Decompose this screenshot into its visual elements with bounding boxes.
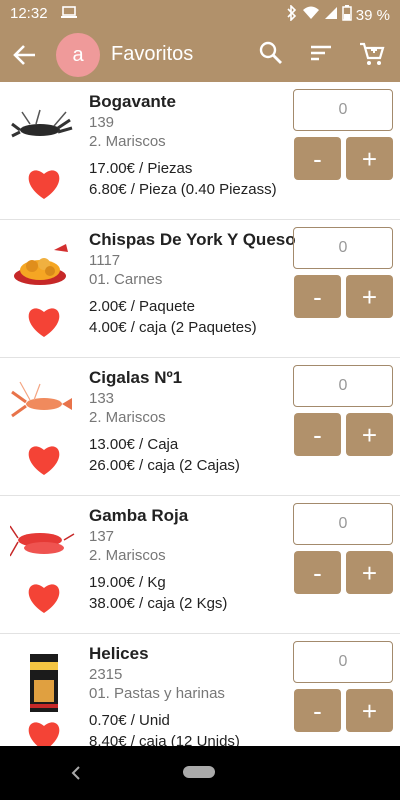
sort-icon[interactable] [308, 40, 336, 68]
product-category: 2. Mariscos [89, 547, 166, 564]
list-item[interactable]: Chispas De York Y Queso 1117 01. Carnes … [0, 220, 400, 358]
heart-icon[interactable] [26, 582, 62, 614]
product-price: 17.00€ / Piezas [89, 160, 193, 177]
signal-icon [324, 6, 338, 24]
favorites-list: Bogavante 139 2. Mariscos 17.00€ / Pieza… [0, 82, 400, 746]
product-price: 19.00€ / Kg [89, 574, 166, 591]
product-code: 133 [89, 390, 115, 407]
heart-icon[interactable] [26, 720, 62, 746]
product-price: 2.00€ / Paquete [89, 298, 195, 315]
nav-back-icon[interactable] [68, 764, 84, 782]
product-name: Bogavante [89, 92, 176, 111]
list-item[interactable]: Bogavante 139 2. Mariscos 17.00€ / Pieza… [0, 82, 400, 220]
product-info: Cigalas Nº1 133 2. Mariscos 13.00€ / Caj… [89, 368, 289, 474]
status-time: 12:32 [10, 5, 48, 22]
product-code: 1117 [89, 252, 121, 269]
product-code: 139 [89, 114, 115, 131]
decrease-button[interactable]: - [294, 551, 341, 594]
product-box-price: 26.00€ / caja (2 Cajas) [89, 457, 240, 474]
quantity-field[interactable]: 0 [293, 503, 393, 545]
nav-home-pill[interactable] [183, 766, 215, 778]
battery-icon [342, 5, 352, 25]
list-item[interactable]: Gamba Roja 137 2. Mariscos 19.00€ / Kg 3… [0, 496, 400, 634]
fried-snack-image [10, 240, 76, 288]
red-prawn-image [9, 516, 76, 564]
increase-button[interactable]: + [346, 137, 393, 180]
heart-icon[interactable] [26, 168, 62, 200]
quantity-field[interactable]: 0 [293, 641, 393, 683]
product-box-price: 4.00€ / caja (2 Paquetes) [89, 319, 257, 336]
product-box-price: 6.80€ / Pieza (0.40 Piezass) [89, 181, 277, 198]
wifi-icon [302, 6, 320, 24]
heart-icon[interactable] [26, 444, 62, 476]
decrease-button[interactable]: - [294, 413, 341, 456]
increase-button[interactable]: + [346, 689, 393, 732]
pasta-package-image [10, 654, 76, 712]
increase-button[interactable]: + [346, 551, 393, 594]
search-icon[interactable] [258, 40, 286, 68]
product-code: 137 [89, 528, 115, 545]
product-info: Chispas De York Y Queso 1117 01. Carnes … [89, 230, 296, 336]
system-nav-bar [0, 746, 400, 800]
increase-button[interactable]: + [346, 275, 393, 318]
status-icons: 39 % [286, 4, 390, 25]
product-category: 01. Carnes [89, 271, 163, 288]
product-info: Helices 2315 01. Pastas y harinas 0.70€ … [89, 644, 289, 746]
product-code: 2315 [89, 666, 123, 683]
list-item[interactable]: Helices 2315 01. Pastas y harinas 0.70€ … [0, 634, 400, 746]
page-title: Favoritos [111, 43, 194, 65]
lobster-image [10, 102, 76, 150]
quantity-field[interactable]: 0 [293, 365, 393, 407]
product-price: 13.00€ / Caja [89, 436, 179, 453]
product-category: 01. Pastas y harinas [89, 685, 225, 702]
product-box-price: 8.40€ / caja (12 Unids) [89, 733, 240, 746]
status-bar: 12:32 39 % [0, 0, 400, 28]
product-info: Gamba Roja 137 2. Mariscos 19.00€ / Kg 3… [89, 506, 289, 612]
product-name: Cigalas Nº1 [89, 368, 183, 387]
langoustine-image [10, 378, 76, 426]
laptop-icon [60, 6, 78, 24]
decrease-button[interactable]: - [294, 689, 341, 732]
app-actions [258, 40, 386, 68]
product-category: 2. Mariscos [89, 409, 166, 426]
quantity-field[interactable]: 0 [293, 227, 393, 269]
decrease-button[interactable]: - [294, 275, 341, 318]
cart-icon[interactable] [358, 40, 386, 68]
app-bar: a Favoritos [0, 28, 400, 82]
battery-percent: 39 % [355, 6, 390, 24]
quantity-field[interactable]: 0 [293, 89, 393, 131]
increase-button[interactable]: + [346, 413, 393, 456]
product-name: Chispas De York Y Queso [89, 230, 296, 249]
list-item[interactable]: Cigalas Nº1 133 2. Mariscos 13.00€ / Caj… [0, 358, 400, 496]
product-info: Bogavante 139 2. Mariscos 17.00€ / Pieza… [89, 92, 289, 198]
avatar[interactable]: a [56, 33, 100, 77]
product-name: Gamba Roja [89, 506, 189, 525]
heart-icon[interactable] [26, 306, 62, 338]
product-box-price: 38.00€ / caja (2 Kgs) [89, 595, 228, 612]
back-arrow-icon[interactable] [12, 42, 40, 70]
bluetooth-icon [286, 4, 298, 25]
product-price: 0.70€ / Unid [89, 712, 170, 729]
decrease-button[interactable]: - [294, 137, 341, 180]
product-name: Helices [89, 644, 149, 663]
product-category: 2. Mariscos [89, 133, 166, 150]
